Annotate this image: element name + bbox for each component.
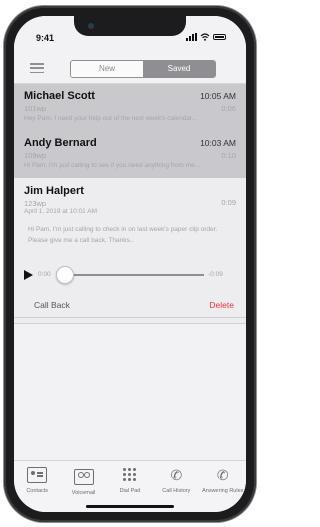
voicemail-transcript: Hi Pam, I'm just calling to check in on …	[28, 226, 218, 244]
voicemail-list: Michael Scott 10:05 AM 101wp 0:06 Hey Pa…	[14, 84, 246, 324]
wifi-icon	[200, 33, 210, 41]
caller-name: Jim Halpert	[24, 185, 84, 197]
home-indicator	[86, 505, 174, 508]
caller-extension: 123wp	[24, 199, 47, 208]
voicemail-duration: 0:09	[221, 198, 236, 207]
tab-label: Answering Rules	[202, 488, 244, 494]
play-icon[interactable]	[24, 270, 33, 280]
voicemail-actions: Call Back Delete	[14, 294, 246, 318]
signal-icon	[186, 33, 197, 41]
tab-bar: Contacts Voicemail Dial Pad ✆ Call Histo…	[14, 460, 246, 512]
contacts-icon	[27, 467, 48, 483]
tab-new[interactable]: New	[71, 61, 143, 77]
voicemail-date: April 1, 2019 at 10:01 AM	[24, 208, 97, 215]
voicemail-row[interactable]: Andy Bernard 10:03 AM 109wp 0:10 Hi Pam,…	[14, 131, 246, 178]
voicemail-duration: 0:10	[221, 151, 236, 160]
answering-rules-icon: ✆	[216, 467, 229, 483]
voicemail-icon	[73, 469, 94, 485]
call-history-icon: ✆	[170, 467, 183, 483]
voicemail-time: 10:03 AM	[200, 138, 236, 148]
expanded-voicemail[interactable]: Jim Halpert 123wp 0:09 April 1, 2019 at …	[14, 178, 246, 324]
status-icons	[186, 33, 226, 41]
transcript-preview: Hi Pam, I'm just calling to see if you n…	[24, 162, 201, 169]
caller-name: Michael Scott	[24, 90, 95, 102]
audio-player: 0:00 -0:09	[24, 266, 236, 284]
tab-label: Dial Pad	[119, 488, 141, 494]
header-bar: New Saved	[14, 54, 246, 84]
phone-frame: 9:41 New Saved Michael Scott 10:05 AM 10…	[4, 6, 256, 522]
tab-label: Call History	[162, 488, 191, 494]
transcript-preview: Hey Pam, I need your help out of the nex…	[24, 115, 198, 122]
elapsed-time: 0:00	[38, 271, 51, 278]
caller-extension: 109wp	[24, 151, 47, 160]
scrubber-handle[interactable]	[56, 266, 74, 284]
phone-screen: 9:41 New Saved Michael Scott 10:05 AM 10…	[14, 16, 246, 512]
dial-pad-icon	[120, 467, 140, 483]
voicemail-time: 10:05 AM	[200, 91, 236, 101]
tab-contacts[interactable]: Contacts	[14, 467, 60, 512]
tab-label: Contacts	[26, 488, 49, 494]
tab-saved[interactable]: Saved	[143, 61, 215, 77]
voicemail-row[interactable]: Michael Scott 10:05 AM 101wp 0:06 Hey Pa…	[14, 84, 246, 131]
segmented-control: New Saved	[70, 60, 216, 78]
delete-button[interactable]: Delete	[209, 300, 234, 310]
tab-label: Voicemail	[71, 490, 96, 496]
battery-icon	[213, 34, 226, 40]
remaining-time: -0:09	[208, 271, 223, 278]
caller-name: Andy Bernard	[24, 137, 97, 149]
caller-extension: 101wp	[24, 104, 47, 113]
hamburger-menu-icon[interactable]	[30, 63, 44, 73]
status-time: 9:41	[36, 33, 55, 43]
call-back-button[interactable]: Call Back	[34, 300, 70, 310]
voicemail-duration: 0:06	[221, 104, 236, 113]
tab-answering-rules[interactable]: ✆ Answering Rules	[200, 467, 246, 512]
front-camera	[88, 23, 94, 29]
progress-track[interactable]	[64, 274, 204, 276]
